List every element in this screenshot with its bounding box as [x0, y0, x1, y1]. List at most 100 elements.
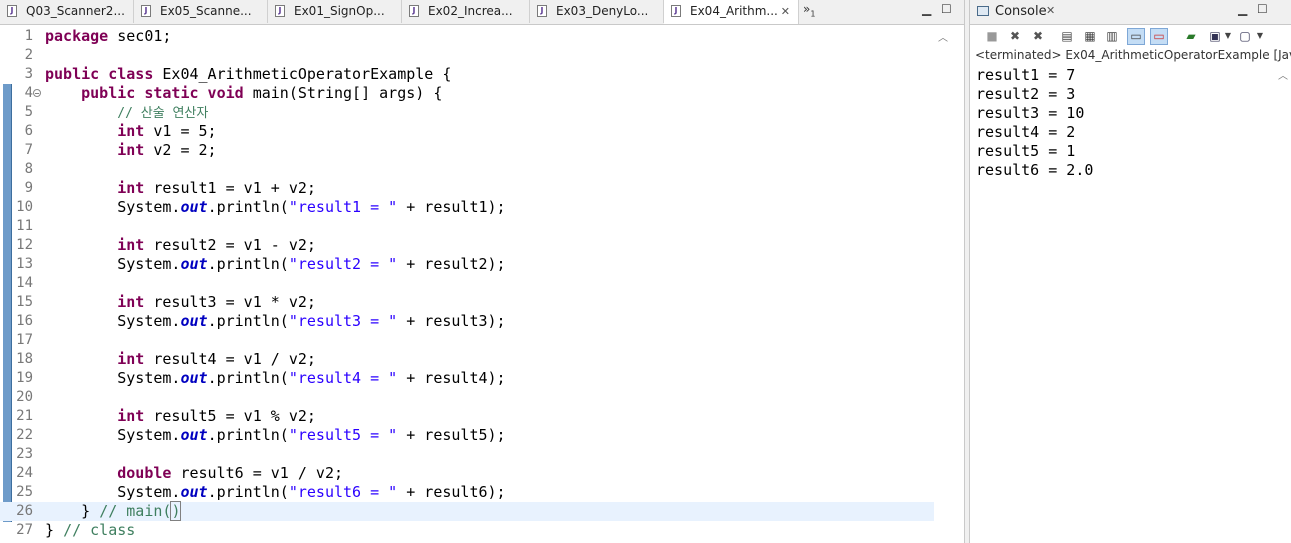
code-line: 22 System.out.println("result5 = " + res…: [0, 426, 934, 445]
fold-collapse-icon[interactable]: −: [33, 89, 41, 98]
pin-console-icon[interactable]: ▰: [1184, 29, 1198, 43]
console-view: Console ✕ ▁ ☐ ■ ✖ ✖ ▤ ▦ ▥ ▭ ▭ ▰ ▣ ▼ ▢ ▼ …: [970, 0, 1291, 543]
show-console-stderr-icon[interactable]: ▭: [1150, 28, 1168, 45]
line-number: 24: [16, 465, 33, 481]
code-line: 24 double result6 = v1 / v2;: [0, 464, 934, 483]
minimize-icon[interactable]: ▁: [922, 2, 931, 16]
code-line: 7 int v2 = 2;: [0, 141, 934, 160]
show-console-stdout-icon[interactable]: ▭: [1127, 28, 1145, 45]
console-scrollbar[interactable]: ︿: [1274, 65, 1291, 543]
scroll-up-icon[interactable]: ︿: [1278, 67, 1288, 82]
line-number: 20: [16, 389, 33, 405]
text-cursor: [180, 503, 182, 520]
line-number: 9: [24, 180, 33, 196]
terminate-icon[interactable]: ■: [985, 29, 999, 43]
line-number: 11: [16, 218, 33, 234]
code-line: 6 int v1 = 5;: [0, 122, 934, 141]
console-tab-label[interactable]: Console: [995, 4, 1047, 19]
code-line: 9 int result1 = v1 + v2;: [0, 179, 934, 198]
code-line: 3 public class Ex04_ArithmeticOperatorExa…: [0, 65, 934, 84]
chevron-down-icon[interactable]: ▼: [1221, 29, 1235, 43]
console-icon: [977, 6, 989, 16]
tab-label: Ex03_DenyLo...: [556, 4, 649, 18]
line-number: 23: [16, 446, 33, 462]
tab-overflow-button[interactable]: »1: [803, 2, 815, 18]
console-status: <terminated> Ex04_ArithmeticOperatorExam…: [975, 48, 1291, 62]
tab-ex05-scanner[interactable]: J Ex05_Scanne...: [134, 0, 268, 23]
maximize-icon[interactable]: ☐: [941, 2, 952, 16]
console-tab-bar: Console ✕ ▁ ☐: [970, 0, 1291, 25]
code-line: 11: [0, 217, 934, 236]
code-line: 17: [0, 331, 934, 350]
line-number: 2: [24, 47, 33, 63]
code-line: 27} // class: [0, 521, 934, 540]
code-line: 4− public static void main(String[] args…: [0, 84, 934, 103]
editor-scrollbar[interactable]: ︿: [934, 27, 952, 543]
console-output-line: result6 = 2.0: [976, 161, 1094, 179]
code-line: 12 int result2 = v1 - v2;: [0, 236, 934, 255]
line-number: 15: [16, 294, 33, 310]
code-line: 10 System.out.println("result1 = " + res…: [0, 198, 934, 217]
close-icon[interactable]: ✕: [1046, 4, 1055, 17]
scroll-lock-icon[interactable]: ▦: [1083, 29, 1097, 43]
maximize-icon[interactable]: ☐: [1257, 2, 1268, 16]
code-line: 8: [0, 160, 934, 179]
tab-q03-scanner2[interactable]: J Q03_Scanner2...: [0, 0, 134, 23]
overflow-count: 1: [810, 9, 816, 19]
remove-all-terminated-icon[interactable]: ✖: [1031, 29, 1045, 43]
line-number: 1: [24, 28, 33, 44]
console-output-line: result5 = 1: [976, 142, 1076, 160]
display-console-icon[interactable]: ▣: [1208, 29, 1222, 43]
tab-label: Ex04_Arithm...: [690, 4, 778, 18]
remove-launch-icon[interactable]: ✖: [1008, 29, 1022, 43]
code-line: 20: [0, 388, 934, 407]
code-line: 1 package sec01;: [0, 27, 934, 46]
console-output-line: result4 = 2: [976, 123, 1076, 141]
minimize-icon[interactable]: ▁: [1238, 2, 1247, 16]
java-file-icon: J: [275, 5, 285, 17]
tab-ex01-signop[interactable]: J Ex01_SignOp...: [268, 0, 402, 23]
code-line: 14: [0, 274, 934, 293]
chevron-down-icon[interactable]: ▼: [1253, 29, 1267, 43]
line-number: 8: [24, 161, 33, 177]
line-number: 6: [24, 123, 33, 139]
tab-label: Ex05_Scanne...: [160, 4, 252, 18]
tab-ex02-increase[interactable]: J Ex02_Increa...: [402, 0, 530, 23]
code-line: 13 System.out.println("result2 = " + res…: [0, 255, 934, 274]
java-file-icon: J: [409, 5, 419, 17]
code-line: 23: [0, 445, 934, 464]
tab-ex04-arithmetic[interactable]: J Ex04_Arithm... ✕: [664, 0, 799, 24]
line-number: 26: [16, 503, 33, 519]
line-number: 13: [16, 256, 33, 272]
console-output-line: result3 = 10: [976, 104, 1085, 122]
java-file-icon: J: [537, 5, 547, 17]
line-number: 14: [16, 275, 33, 291]
line-number: 21: [16, 408, 33, 424]
tab-label: Q03_Scanner2...: [26, 4, 125, 18]
line-number: 5: [24, 104, 33, 120]
line-number: 3: [24, 66, 33, 82]
close-icon[interactable]: ✕: [781, 0, 790, 23]
console-output-line: result2 = 3: [976, 85, 1076, 103]
scroll-up-icon[interactable]: ︿: [938, 29, 948, 44]
word-wrap-icon[interactable]: ▥: [1105, 29, 1119, 43]
code-line: 15 int result3 = v1 * v2;: [0, 293, 934, 312]
code-line: 19 System.out.println("result4 = " + res…: [0, 369, 934, 388]
code-line: 21 int result5 = v1 % v2;: [0, 407, 934, 426]
code-line: 18 int result4 = v1 / v2;: [0, 350, 934, 369]
java-file-icon: J: [671, 5, 681, 17]
java-file-icon: J: [141, 5, 151, 17]
line-number: 27: [16, 522, 33, 538]
open-console-icon[interactable]: ▢: [1238, 29, 1252, 43]
clear-console-icon[interactable]: ▤: [1060, 29, 1074, 43]
code-line-current: 26 } // main(): [0, 501, 934, 521]
console-output-line: result1 = 7: [976, 66, 1076, 84]
line-number: 19: [16, 370, 33, 386]
java-file-icon: J: [7, 5, 17, 17]
line-number: 18: [16, 351, 33, 367]
line-number: 12: [16, 237, 33, 253]
code-line: 16 System.out.println("result3 = " + res…: [0, 312, 934, 331]
code-editor[interactable]: 1 package sec01; 2 3 public class Ex04_Ari…: [0, 27, 964, 543]
tab-ex03-denylogic[interactable]: J Ex03_DenyLo...: [530, 0, 664, 23]
tab-label: Ex02_Increa...: [428, 4, 513, 18]
